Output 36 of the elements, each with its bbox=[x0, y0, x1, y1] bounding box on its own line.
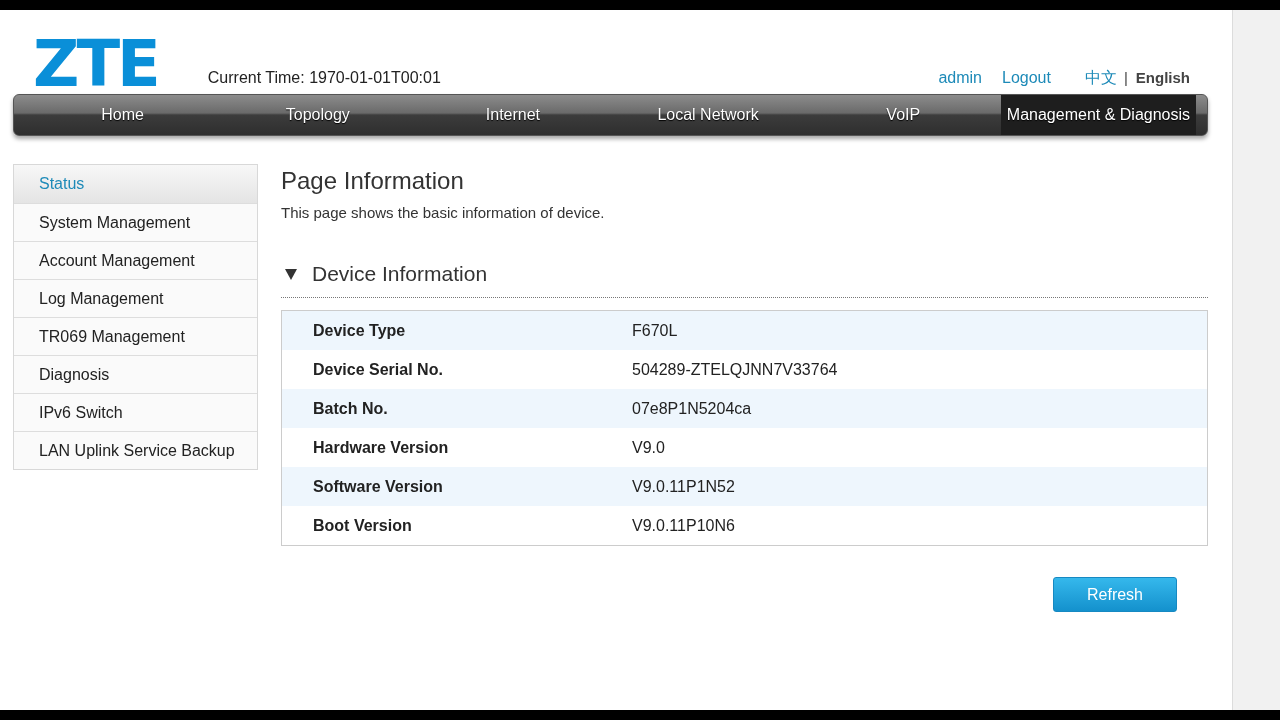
language-separator: | bbox=[1123, 68, 1128, 88]
field-label: Hardware Version bbox=[312, 438, 450, 457]
sidebar-item[interactable]: Account Management bbox=[14, 241, 257, 279]
caret-icon[interactable] bbox=[285, 268, 297, 280]
sidebar-item[interactable]: IPv6 Switch bbox=[14, 393, 257, 431]
nav-tab[interactable]: Management & Diagnosis bbox=[1000, 95, 1197, 135]
field-value: V9.0 bbox=[632, 438, 665, 457]
sidebar-item[interactable]: System Management bbox=[14, 203, 257, 241]
zte-logo: ZTE bbox=[33, 38, 158, 90]
field-label: Device Type bbox=[312, 321, 407, 340]
user-link[interactable]: admin bbox=[938, 68, 982, 88]
field-value: 504289-ZTELQJNN7V33764 bbox=[632, 360, 838, 379]
sidebar-item[interactable]: LAN Uplink Service Backup bbox=[14, 431, 257, 469]
field-value: 07e8P1N5204ca bbox=[632, 399, 752, 418]
field-value: F670L bbox=[632, 321, 678, 340]
logout-link[interactable]: Logout bbox=[1002, 68, 1051, 88]
nav-tab[interactable]: Home bbox=[25, 95, 221, 135]
field-label: Boot Version bbox=[312, 516, 413, 535]
sidebar-item[interactable]: Diagnosis bbox=[14, 355, 257, 393]
nav-tab[interactable]: Internet bbox=[415, 95, 611, 135]
field-value: V9.0.11P1N52 bbox=[632, 477, 735, 496]
nav-tab[interactable]: Topology bbox=[220, 95, 416, 135]
page-title: Page Information bbox=[281, 167, 465, 195]
sidebar-item[interactable]: Log Management bbox=[14, 279, 257, 317]
field-label: Device Serial No. bbox=[312, 360, 444, 379]
language-link[interactable]: 中文 bbox=[1084, 68, 1117, 88]
section-title[interactable]: Device Information bbox=[312, 262, 488, 286]
language-link[interactable]: English bbox=[1135, 68, 1190, 88]
nav-tab[interactable]: VoIP bbox=[805, 95, 1001, 135]
field-label: Software Version bbox=[312, 477, 444, 496]
nav-tab[interactable]: Local Network bbox=[610, 95, 806, 135]
page-description: This page shows the basic information of device. bbox=[281, 203, 606, 223]
sidebar-item[interactable]: TR069 Management bbox=[14, 317, 257, 355]
field-value: V9.0.11P10N6 bbox=[632, 516, 735, 535]
field-label: Batch No. bbox=[312, 399, 389, 418]
current-time: Current Time: 1970-01-01T00:01 bbox=[207, 68, 441, 88]
